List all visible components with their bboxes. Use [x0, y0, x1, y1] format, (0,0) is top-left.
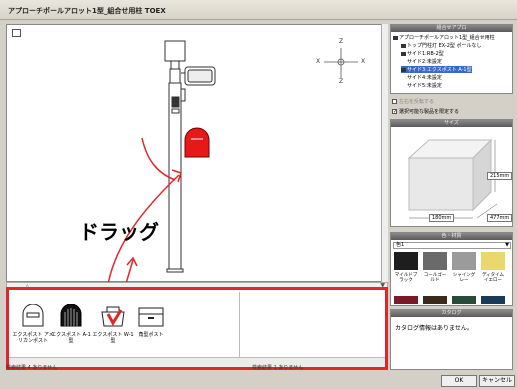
size-panel: サイズ 215mm 180mm 477mm [390, 119, 513, 227]
part-icon [401, 43, 406, 48]
width-dimension: 180mm [429, 214, 455, 222]
axis-compass[interactable]: Z X X Z [314, 38, 368, 86]
swatch-label: ディタイムイエロー [481, 273, 505, 283]
part-icon [401, 51, 406, 56]
color-dropdown[interactable]: 色1 ▼ [393, 242, 511, 249]
swatch-extra[interactable] [423, 296, 447, 304]
status-left: 検索結果 4 ありません [6, 365, 58, 371]
mailbox-w1-icon [101, 306, 125, 327]
catalog-message: カタログ情報はありません。 [395, 325, 473, 332]
swatch-extra[interactable] [394, 296, 418, 304]
ok-button[interactable]: OK [441, 375, 477, 387]
swatch-extra[interactable] [452, 296, 476, 304]
chevron-down-icon: ▼ [505, 242, 509, 248]
catalog-panel: カタログ カタログ情報はありません。 [390, 309, 513, 370]
square-mailbox-icon [138, 307, 164, 327]
limit-products-checkbox[interactable]: ✓ 選択可能な製品を限定する [392, 108, 459, 115]
flip-checkbox[interactable]: 左右を反転する [392, 98, 434, 105]
intercom [171, 96, 180, 108]
palette-item-label: 角型ポスト [138, 332, 164, 338]
swatch-label: コールゴールド [423, 273, 447, 283]
restore-icon[interactable] [12, 29, 21, 37]
red-mailbox [184, 127, 210, 158]
compass-x-left: X [316, 58, 321, 65]
cancel-button[interactable]: キャンセル [479, 375, 515, 387]
tree-panel-header: 組合せアプロ [391, 25, 512, 32]
palette-item-label: エクスポスト A-1型 [51, 332, 91, 344]
compass-x-right: X [361, 58, 366, 65]
tree-item-side2[interactable]: サイド2:未設定 [407, 58, 442, 65]
color-panel-header: 色・材質 [391, 233, 512, 240]
part-icon [401, 67, 406, 72]
depth-dimension: 477mm [487, 214, 513, 222]
palette-item-square-post[interactable]: 角型ポスト [129, 304, 173, 338]
palette-item-a1[interactable]: エクスポスト A-1型 [49, 303, 93, 344]
title-bar: アプローチポールアロット1型_組合せ用柱 TOEX [0, 0, 517, 20]
catalog-panel-header: カタログ [391, 310, 512, 317]
viewport-scrollbar[interactable] [381, 24, 388, 282]
drag-annotation: ドラッグ [79, 220, 159, 244]
combination-tree-panel: 組合せアプロ アプローチポールアロット1型_組合せ用柱 トップ門柱灯 EX-2型… [390, 24, 513, 94]
status-right: 検索結果 1 ありません [252, 365, 304, 371]
tree-item-top[interactable]: トップ門柱灯 EX-2型 ポールなし [401, 42, 482, 49]
swatch-extra[interactable] [481, 296, 505, 304]
tree-item-side1[interactable]: サイド1:RB-2型 [401, 50, 444, 57]
swatch-mild-black[interactable] [394, 252, 418, 270]
window-title: アプローチポールアロット1型_組合せ用柱 TOEX [8, 7, 166, 15]
compass-z-top: Z [339, 38, 344, 45]
palette-divider [239, 292, 240, 358]
swatch-shine-gray[interactable] [452, 252, 476, 270]
arched-mailbox-black-icon [60, 303, 82, 327]
tree-item-side5[interactable]: サイド5:未設定 [407, 82, 442, 89]
color-panel: 色・材質 色1 ▼ マイルドブラック コールゴールド シャイングレー ディタイムイ… [390, 232, 513, 306]
folder-icon [393, 35, 398, 40]
tree-item-side4[interactable]: サイド4:未設定 [407, 74, 442, 81]
lamp-head [164, 40, 186, 62]
swatch-cole-gold[interactable] [423, 252, 447, 270]
arched-mailbox-white-icon [22, 303, 44, 327]
height-dimension: 215mm [487, 172, 513, 180]
size-panel-header: サイズ [391, 120, 512, 127]
product-palette: エクスポスト アメリカンポスト エクスポスト A-1型 エクスポスト W-1型 … [6, 287, 388, 370]
tree-item-root[interactable]: アプローチポールアロット1型_組合せ用柱 [393, 34, 495, 41]
swatch-label: マイルドブラック [394, 273, 418, 283]
swatch-daytime-yellow[interactable] [481, 252, 505, 270]
compass-z-bottom: Z [339, 78, 344, 85]
tree-item-side3[interactable]: サイド3:エクスポスト A-1型 [401, 66, 472, 73]
swatch-label: シャイングレー [452, 273, 476, 283]
